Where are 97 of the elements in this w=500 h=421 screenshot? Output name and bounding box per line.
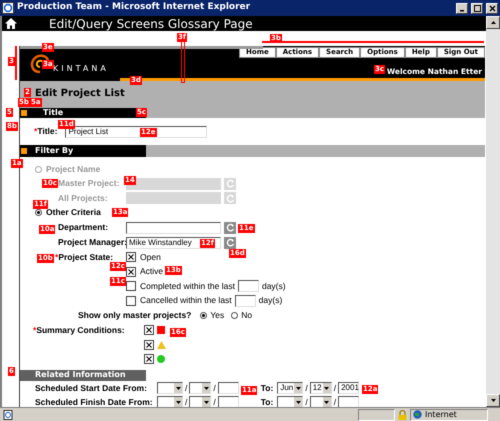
field-label: To:: [260, 396, 274, 407]
refresh-button[interactable]: [224, 222, 236, 234]
option-label: Project Name: [46, 162, 100, 176]
option-label: Completed within the last: [140, 280, 235, 293]
field-label: Project Manager:: [58, 237, 127, 248]
option-label: No: [241, 309, 252, 322]
radio-button[interactable]: [231, 312, 238, 319]
section-title: Title: [43, 107, 64, 119]
swirl-logo-icon: [28, 52, 52, 74]
caret-icon: [176, 386, 180, 390]
field-label: To:: [260, 382, 274, 394]
field-label: Scheduled Start Date From:: [35, 382, 147, 393]
text-field[interactable]: [338, 396, 360, 407]
field-label: Department:: [58, 222, 108, 232]
unit-label: day(s): [258, 294, 282, 308]
text-field[interactable]: 2001: [338, 382, 360, 394]
date-separator: /: [213, 396, 216, 407]
radio-button[interactable]: [35, 209, 42, 216]
minimize-button[interactable]: [456, 2, 468, 14]
close-button[interactable]: [486, 2, 498, 14]
caret-icon: [176, 400, 180, 404]
date-separator: /: [213, 382, 216, 394]
check-mark-icon: [146, 342, 152, 348]
browser-icon: [2, 2, 14, 14]
close-icon: [488, 4, 496, 12]
zone-label: Internet: [425, 408, 457, 420]
date-separator: /: [185, 382, 188, 394]
checkbox[interactable]: [126, 281, 136, 292]
checkbox[interactable]: [126, 266, 136, 277]
square-marker-icon: [21, 148, 27, 154]
option-label: Active: [140, 265, 164, 278]
checkbox[interactable]: [144, 325, 154, 336]
check-mark-icon: [146, 356, 152, 362]
globe-icon: [413, 410, 422, 419]
check-mark-icon: [128, 268, 134, 275]
scrollbar[interactable]: [486, 16, 500, 407]
dropdown[interactable]: Jun: [277, 382, 304, 394]
field-label: *Project State:: [55, 252, 114, 262]
date-separator: /: [334, 382, 336, 394]
date-separator: /: [185, 396, 188, 407]
field-label: All Projects:: [58, 192, 108, 203]
down-arrow-icon[interactable]: [490, 399, 496, 402]
field-label: *Summary Conditions:: [33, 324, 125, 335]
checkbox[interactable]: [144, 340, 154, 350]
radio-button[interactable]: [200, 312, 208, 319]
dropdown[interactable]: [157, 382, 183, 394]
dropdown[interactable]: [189, 382, 212, 394]
text-field[interactable]: [126, 178, 221, 190]
caret-icon: [324, 386, 330, 390]
caret-icon: [296, 400, 301, 404]
option-label: Other Criteria: [46, 206, 101, 220]
date-separator: /: [334, 396, 336, 407]
text-field[interactable]: [126, 222, 221, 234]
caret-icon: [296, 386, 301, 390]
dropdown[interactable]: [157, 396, 183, 407]
text-field[interactable]: [218, 382, 239, 394]
text-field[interactable]: [238, 280, 259, 292]
refresh-button[interactable]: [224, 236, 236, 248]
dropdown[interactable]: [189, 396, 212, 407]
checkbox[interactable]: [126, 296, 136, 306]
square-marker-icon: [21, 110, 27, 116]
option-label: Yes: [210, 309, 224, 322]
section-title: Filter By: [35, 145, 74, 157]
page-icon: [3, 410, 13, 420]
caret-icon: [204, 400, 209, 404]
caret-icon: [324, 400, 330, 404]
option-label: Cancelled within the last: [140, 294, 232, 308]
caret-icon: [204, 386, 209, 390]
unit-label: day(s): [262, 280, 286, 293]
dropdown[interactable]: 12: [310, 382, 332, 394]
date-separator: /: [305, 382, 308, 394]
date-separator: /: [305, 396, 308, 407]
text-field[interactable]: [218, 396, 239, 407]
annotation-line: [15, 46, 17, 80]
page-heading: Edit Project List: [35, 89, 125, 99]
dropdown[interactable]: [310, 396, 332, 407]
home-icon[interactable]: [5, 18, 17, 29]
section-title: Related Information: [35, 369, 126, 381]
up-arrow-icon[interactable]: [490, 21, 496, 24]
window-title: Production Team - Microsoft Internet Explorer: [17, 1, 252, 14]
option-label: Open: [140, 250, 161, 264]
text-field[interactable]: [234, 294, 256, 307]
checkbox[interactable]: [144, 354, 154, 364]
dropdown[interactable]: [277, 396, 304, 407]
check-mark-icon: [128, 254, 134, 260]
checkbox[interactable]: [126, 252, 136, 262]
page-title: Edit/Query Screens Glossary Page: [49, 16, 253, 32]
field-label: *Title:: [34, 125, 58, 138]
lock-icon: [398, 410, 407, 420]
check-mark-icon: [146, 327, 152, 334]
maximize-button[interactable]: [471, 2, 483, 14]
text-field[interactable]: [126, 192, 221, 204]
field-label: Master Project:: [58, 178, 120, 188]
maximize-icon: [474, 4, 480, 12]
field-label: Show only master projects?: [78, 309, 192, 322]
brand-name: KINTANA: [53, 63, 109, 75]
field-label: Scheduled Finish Date From:: [35, 396, 153, 407]
